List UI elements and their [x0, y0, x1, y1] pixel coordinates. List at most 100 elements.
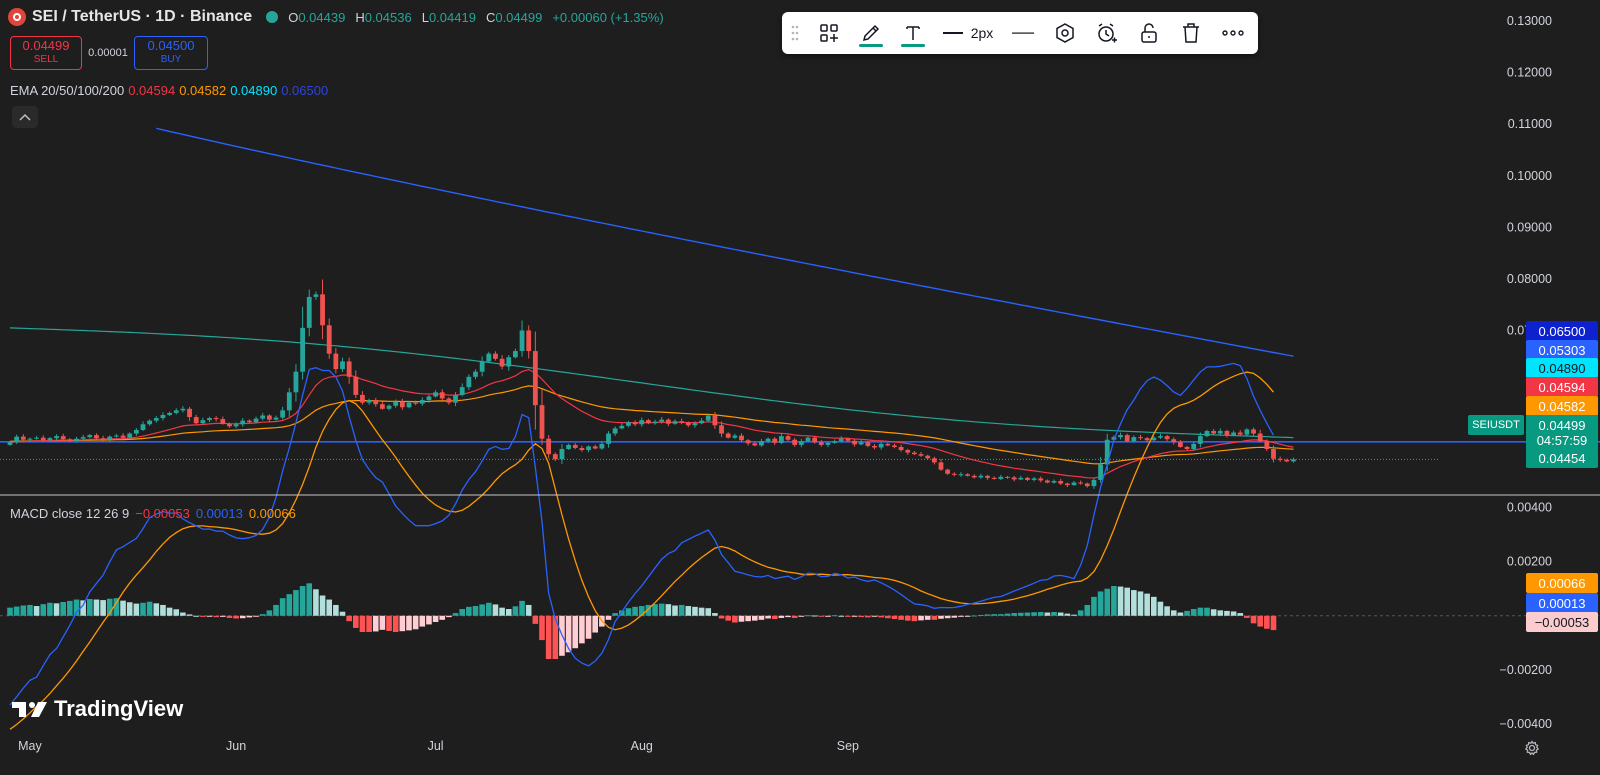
symbol-tag[interactable]: SEIUSDT — [1468, 415, 1524, 435]
ema-legend[interactable]: EMA 20/50/100/200 0.04594 0.04582 0.0489… — [10, 83, 328, 98]
macd-histogram-bar — [964, 615, 971, 617]
price-axis-tick: 0.09000 — [1507, 220, 1552, 234]
macd-histogram-bar — [532, 615, 539, 624]
macd-histogram-bar — [1011, 613, 1017, 616]
candle-body — [912, 452, 917, 455]
macd-histogram-bar — [27, 604, 33, 616]
candle-body — [572, 444, 578, 448]
macd-histogram-bar — [1217, 610, 1224, 616]
macd-histogram-bar — [585, 615, 592, 639]
candle-body — [519, 330, 525, 352]
macd-histogram-bar — [1124, 587, 1130, 616]
settings-button[interactable] — [1044, 12, 1086, 54]
time-axis-tick: May — [18, 739, 42, 753]
price-pane[interactable] — [0, 127, 1600, 489]
candle-body — [266, 415, 272, 420]
collapse-legend-button[interactable] — [12, 106, 38, 128]
drag-handle[interactable] — [782, 12, 808, 54]
candle-body — [200, 420, 206, 424]
macd-histogram-bar — [732, 615, 738, 623]
candle-body — [998, 476, 1004, 479]
buy-button[interactable]: 0.04500 BUY — [134, 36, 208, 70]
candle-body — [260, 415, 266, 419]
macd-axis-tick: 0.00400 — [1507, 501, 1552, 515]
macd-histogram-bar — [1230, 611, 1237, 616]
macd-histogram-bar — [1170, 610, 1177, 616]
candle-body — [20, 436, 26, 440]
macd-axis-tick: −0.00400 — [1500, 717, 1553, 731]
macd-histogram-bar — [47, 602, 53, 616]
candle-body — [818, 442, 824, 445]
candle-body — [1018, 477, 1024, 480]
text-icon — [906, 26, 920, 40]
line-style-button[interactable] — [1002, 12, 1044, 54]
market-status-icon — [266, 11, 279, 23]
candle-body — [413, 402, 419, 404]
macd-histogram-bar — [525, 604, 532, 616]
time-axis[interactable]: May Jun Jul Aug Sep — [18, 739, 859, 753]
macd-histogram-bar — [798, 615, 805, 617]
macd-pane[interactable] — [0, 362, 1600, 730]
macd-histogram-bar — [665, 604, 672, 616]
candle-body — [985, 475, 990, 478]
candle-body — [346, 361, 352, 377]
macd-histogram-bar — [871, 615, 878, 617]
macd-histogram-bar — [765, 615, 771, 619]
gear-icon[interactable] — [1524, 740, 1540, 756]
candle-body — [173, 410, 179, 413]
candle-body — [905, 450, 911, 453]
sell-button[interactable]: 0.04499 SELL — [10, 36, 82, 70]
tradingview-logo[interactable]: TradingView — [12, 696, 183, 722]
macd-histogram-bar — [452, 613, 459, 616]
macd-histogram-bar — [984, 614, 991, 616]
macd-histogram-bar — [1084, 604, 1091, 616]
macd-histogram-bar — [1264, 615, 1270, 629]
sell-price: 0.04499 — [22, 38, 70, 53]
add-widget-button[interactable] — [808, 12, 850, 54]
lock-button[interactable] — [1128, 12, 1170, 54]
candle-body — [586, 446, 591, 451]
text-color-button[interactable] — [892, 12, 934, 54]
candle-body — [1191, 443, 1197, 450]
candle-body — [499, 358, 505, 367]
ema200-line — [156, 127, 1294, 357]
more-button[interactable] — [1212, 12, 1254, 54]
candle-body — [566, 444, 571, 450]
candle-body — [918, 454, 924, 456]
macd-histogram-bar — [745, 615, 751, 622]
macd-histogram-bar — [1137, 591, 1144, 616]
candle-body — [858, 442, 864, 445]
candle-body — [665, 419, 671, 424]
line-width-button[interactable]: 2px — [934, 12, 1002, 54]
candle-body — [552, 454, 558, 460]
macd-histogram-bar — [1144, 593, 1150, 616]
candle-body — [513, 351, 518, 358]
candle-body — [852, 440, 857, 445]
candle-body — [719, 425, 724, 434]
macd-histogram-bar — [160, 604, 166, 616]
price-axis-tick: 0.13000 — [1507, 14, 1552, 28]
candle-body — [1031, 478, 1037, 480]
ohlc-key: C — [485, 9, 496, 25]
macd-histogram-bar — [565, 615, 572, 653]
macd-legend[interactable]: MACD close 12 26 9 −0.00053 0.00013 0.00… — [10, 506, 296, 521]
macd-histogram-bar — [1237, 613, 1244, 616]
candle-body — [1231, 432, 1236, 436]
candle-body — [60, 436, 66, 440]
drag-handle-icon — [791, 25, 799, 41]
price-tag: 0.06500 — [1526, 321, 1598, 341]
add-alert-button[interactable] — [1086, 12, 1128, 54]
candle-body — [872, 445, 877, 448]
macd-histogram-bar — [1197, 607, 1204, 616]
macd-histogram-bar — [1044, 612, 1051, 616]
candle-body — [1144, 438, 1150, 441]
macd-histogram-bar — [851, 615, 858, 617]
candle-body — [114, 435, 119, 437]
candle-body — [160, 414, 166, 419]
delete-button[interactable] — [1170, 12, 1212, 54]
candle-body — [1204, 430, 1210, 437]
macd-histogram-bar — [811, 615, 818, 617]
symbol-title[interactable]: SEI / TetherUS · 1D · Binance — [32, 8, 252, 26]
line-color-button[interactable] — [850, 12, 892, 54]
chart-canvas[interactable]: 0.13000 0.12000 0.11000 0.10000 0.09000 0.080… — [0, 0, 1600, 775]
